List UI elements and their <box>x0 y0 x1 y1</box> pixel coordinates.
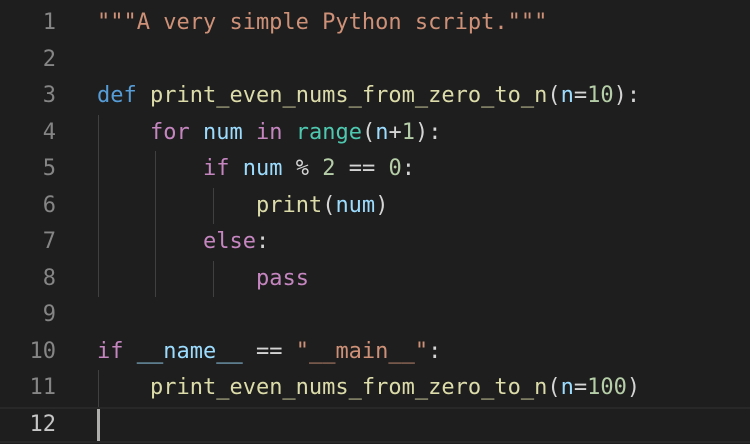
code-token: range <box>295 119 362 145</box>
line-number: 11 <box>29 375 57 400</box>
code-text: if num % 2 == 0: <box>97 151 415 188</box>
code-token: print_even_nums_from_zero_to_n <box>150 83 548 108</box>
code-line[interactable]: 2 <box>0 42 750 79</box>
code-token: num <box>202 119 243 145</box>
code-token: ( <box>361 119 376 145</box>
line-number: 4 <box>42 119 56 145</box>
code-token: 10 <box>587 83 614 108</box>
code-token: = <box>573 83 588 108</box>
code-text: else: <box>97 224 269 261</box>
line-number: 5 <box>42 156 56 181</box>
line-number: 1 <box>42 10 56 35</box>
code-line[interactable]: 1 """A very simple Python script.""" <box>0 5 750 42</box>
code-line[interactable]: 7 else: <box>0 224 750 261</box>
code-text: print_even_nums_from_zero_to_n(n=100) <box>97 370 640 407</box>
code-line[interactable]: 9 <box>0 297 750 334</box>
line-number: 3 <box>42 83 56 108</box>
code-token: ) <box>626 375 641 400</box>
code-token: if <box>97 338 124 364</box>
line-number: 9 <box>42 302 56 327</box>
code-token: num <box>242 156 283 181</box>
code-line[interactable]: 3 def print_even_nums_from_zero_to_n(n=10… <box>0 78 750 115</box>
indent-guide <box>155 151 156 297</box>
code-token: ): <box>613 83 641 108</box>
line-number: 12 <box>29 411 57 437</box>
line-number: 6 <box>42 192 56 218</box>
code-token: num <box>335 192 376 218</box>
code-line[interactable]: 12 <box>0 406 750 443</box>
code-token: pass <box>255 265 309 291</box>
indent-guide <box>213 187 214 224</box>
code-token: if <box>202 156 230 181</box>
code-text: """A very simple Python script.""" <box>97 5 547 42</box>
code-token: print <box>255 192 323 218</box>
code-line[interactable]: 6 print(num) <box>0 188 750 225</box>
code-token: else <box>202 229 256 254</box>
code-token: 1 <box>401 119 415 145</box>
code-token: 2 <box>322 156 336 181</box>
code-token: ): <box>414 119 442 145</box>
code-token: ( <box>547 83 561 108</box>
code-token: for <box>149 119 190 145</box>
text-cursor <box>97 408 100 441</box>
code-line[interactable]: 10 if __name__ == "__main__": <box>0 334 750 371</box>
code-text: if __name__ == "__main__": <box>97 334 441 371</box>
code-text: for num in range(n+1): <box>97 115 441 152</box>
code-line[interactable]: 5 if num % 2 == 0: <box>0 151 750 188</box>
code-token: n <box>560 83 574 108</box>
line-number: 10 <box>29 338 57 364</box>
indent-guide <box>98 370 99 407</box>
code-token: : <box>255 229 270 254</box>
indent-guide <box>98 114 99 297</box>
code-token: n <box>375 119 389 145</box>
code-text: def print_even_nums_from_zero_to_n(n=10)… <box>97 78 640 115</box>
code-token: "__main__" <box>295 338 429 364</box>
code-token: 100 <box>587 375 627 400</box>
code-editor[interactable]: 1 """A very simple Python script.""" 2 3 def… <box>0 0 750 444</box>
code-token: : <box>401 156 415 181</box>
indent-guide <box>213 260 214 297</box>
code-token: """A very simple Python script.""" <box>97 10 548 35</box>
code-token: = <box>573 375 588 400</box>
code-token: == <box>335 156 389 181</box>
code-token: == <box>242 338 296 364</box>
code-token: 0 <box>388 156 402 181</box>
line-number: 2 <box>42 46 56 72</box>
code-token: ) <box>375 192 389 218</box>
code-token: % <box>282 156 323 181</box>
line-number: 8 <box>42 265 56 291</box>
code-line[interactable]: 4 for num in range(n+1): <box>0 115 750 152</box>
code-token: print_even_nums_from_zero_to_n <box>149 375 548 400</box>
code-token: __name__ <box>136 338 243 364</box>
code-token: n <box>560 375 574 400</box>
line-number: 7 <box>42 229 56 254</box>
code-line[interactable]: 11 print_even_nums_from_zero_to_n(n=100) <box>0 370 750 407</box>
code-text: pass <box>97 261 309 298</box>
code-token: in <box>255 119 283 145</box>
code-token: ( <box>322 192 336 218</box>
code-token: ( <box>547 375 561 400</box>
code-text: print(num) <box>97 188 388 225</box>
code-token: + <box>388 119 402 145</box>
code-token: def <box>97 83 137 108</box>
code-line[interactable]: 8 pass <box>0 261 750 298</box>
code-token: : <box>428 338 442 364</box>
